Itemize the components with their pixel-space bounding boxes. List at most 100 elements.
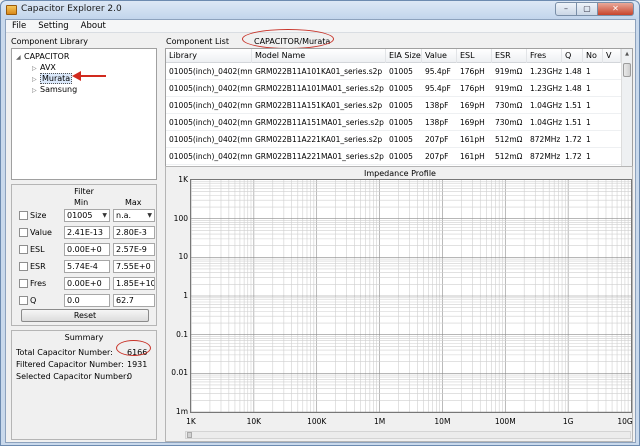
filter-label: Fres	[30, 279, 47, 288]
filter-title: Filter	[74, 187, 94, 196]
y-tick-label: 0.01	[171, 368, 188, 378]
filter-label: Q	[30, 296, 37, 305]
size-max-select[interactable]: n.a. ▼	[113, 209, 155, 222]
table-row[interactable]: 01005(inch)_0402(mm) GRM022B11A151KA01_s…	[166, 97, 621, 114]
cell-value: 95.4pF	[425, 67, 451, 76]
cell-esl: 169pH	[460, 101, 485, 110]
app-icon	[6, 5, 17, 15]
filter-label: ESL	[30, 245, 45, 254]
red-arrow-annotation-icon	[72, 71, 106, 81]
value-checkbox[interactable]	[19, 228, 28, 237]
menu-about[interactable]: About	[75, 20, 112, 32]
select-value: n.a.	[116, 211, 132, 220]
menu-file[interactable]: File	[6, 20, 32, 32]
cell-esr: 730mΩ	[495, 101, 523, 110]
fres-checkbox[interactable]	[19, 279, 28, 288]
table-row[interactable]: 01005(inch)_0402(mm) GRM022B11A221KA01_s…	[166, 131, 621, 148]
app-window: Capacitor Explorer 2.0 – ▢ ✕ File Settin…	[0, 0, 640, 446]
component-table[interactable]: Library Model Name EIA Size Value ESL ES…	[165, 48, 633, 180]
esl-min-input[interactable]: 0.00E+0	[64, 243, 110, 256]
cell-library: 01005(inch)_0402(mm)	[169, 152, 252, 161]
esr-max-input[interactable]: 7.55E+0	[113, 260, 155, 273]
q-checkbox[interactable]	[19, 296, 28, 305]
reset-button[interactable]: Reset	[21, 309, 149, 322]
filter-row-esl: ESL 0.00E+0 2.57E-9	[12, 243, 156, 257]
q-max-input[interactable]: 62.7	[113, 294, 155, 307]
component-library-tree[interactable]: ◢ CAPACITOR ▷ AVX ▷ Murata ▷ Samsung	[11, 48, 157, 180]
esr-checkbox[interactable]	[19, 262, 28, 271]
dropdown-arrow-icon[interactable]: ▼	[147, 210, 152, 221]
column-header[interactable]: EIA Size	[386, 49, 422, 63]
column-header[interactable]: ESL	[457, 49, 492, 63]
fres-max-input[interactable]: 1.85E+10	[113, 277, 155, 290]
chart-horizontal-scrollbar[interactable]	[185, 431, 631, 439]
scroll-thumb[interactable]	[623, 63, 631, 77]
cell-v	[603, 148, 621, 165]
esl-checkbox[interactable]	[19, 245, 28, 254]
cell-q: 1.51	[565, 101, 582, 110]
cell-esr: 512mΩ	[495, 152, 523, 161]
x-tick-label: 100K	[307, 417, 327, 426]
value-min-input[interactable]: 2.41E-13	[64, 226, 110, 239]
table-vertical-scrollbar[interactable]: ▲ ▼	[621, 49, 632, 179]
close-button[interactable]: ✕	[598, 2, 634, 16]
table-row[interactable]: 01005(inch)_0402(mm) GRM022B11A101KA01_s…	[166, 63, 621, 80]
column-header[interactable]: Library	[166, 49, 252, 63]
fres-min-input[interactable]: 0.00E+0	[64, 277, 110, 290]
cell-esl: 176pH	[460, 67, 485, 76]
collapse-triangle-icon[interactable]: ◢	[16, 52, 24, 63]
tree-item-label: Samsung	[40, 85, 78, 94]
column-header[interactable]: ESR	[492, 49, 527, 63]
filter-label: Value	[30, 228, 52, 237]
cell-library: 01005(inch)_0402(mm)	[169, 84, 252, 93]
tree-item-avx[interactable]: ▷ AVX	[32, 62, 56, 73]
x-tick-label: 1G	[562, 417, 574, 426]
column-header[interactable]: No	[583, 49, 603, 63]
size-min-select[interactable]: 01005 ▼	[64, 209, 110, 222]
cell-eia: 01005	[389, 101, 413, 110]
cell-value: 207pF	[425, 135, 449, 144]
client-area: File Setting About Component Library ◢ CA…	[5, 19, 636, 443]
cell-no: 1	[586, 84, 591, 93]
table-row[interactable]: 01005(inch)_0402(mm) GRM022B11A101MA01_s…	[166, 80, 621, 97]
cell-value: 95.4pF	[425, 84, 451, 93]
column-header[interactable]: Q	[562, 49, 583, 63]
tree-item-samsung[interactable]: ▷ Samsung	[32, 84, 77, 95]
impedance-plot[interactable]	[190, 179, 632, 413]
filter-row-value: Value 2.41E-13 2.80E-3	[12, 226, 156, 240]
menu-setting[interactable]: Setting	[32, 20, 74, 32]
minimize-button[interactable]: –	[555, 2, 577, 16]
window-controls: – ▢ ✕	[555, 2, 634, 16]
esl-max-input[interactable]: 2.57E-9	[113, 243, 155, 256]
cell-q: 1.51	[565, 118, 582, 127]
column-header[interactable]: Model Name	[252, 49, 386, 63]
table-row[interactable]: 01005(inch)_0402(mm) GRM022B11A151MA01_s…	[166, 114, 621, 131]
esr-min-input[interactable]: 5.74E-4	[64, 260, 110, 273]
cell-model: GRM022B11A101KA01_series.s2p	[255, 67, 383, 76]
tree-root-capacitor[interactable]: ◢ CAPACITOR	[16, 51, 69, 62]
column-header[interactable]: Value	[422, 49, 457, 63]
window-title: Capacitor Explorer 2.0	[21, 4, 122, 14]
y-tick-label: 100	[173, 213, 188, 223]
q-min-input[interactable]: 0.0	[64, 294, 110, 307]
value-max-input[interactable]: 2.80E-3	[113, 226, 155, 239]
cell-esl: 161pH	[460, 135, 485, 144]
column-header[interactable]: V	[603, 49, 621, 63]
dropdown-arrow-icon[interactable]: ▼	[102, 210, 107, 221]
title-bar[interactable]: Capacitor Explorer 2.0 – ▢ ✕	[1, 1, 639, 19]
y-tick-label: 0.1	[176, 329, 188, 339]
cell-fres: 1.23GHz	[530, 84, 562, 93]
column-header[interactable]: Fres	[527, 49, 562, 63]
scroll-up-arrow-icon[interactable]: ▲	[622, 49, 632, 59]
tree-item-murata[interactable]: ▷ Murata	[32, 73, 73, 84]
maximize-button[interactable]: ▢	[577, 2, 598, 16]
scroll-thumb[interactable]	[187, 432, 192, 438]
size-checkbox[interactable]	[19, 211, 28, 220]
expand-triangle-icon[interactable]: ▷	[32, 85, 40, 96]
x-tick-label: 10G	[617, 417, 633, 426]
cell-q: 1.48	[565, 84, 582, 93]
y-tick-label: 10	[178, 252, 188, 262]
table-row[interactable]: 01005(inch)_0402(mm) GRM022B11A221MA01_s…	[166, 148, 621, 165]
filtered-value: 1931	[127, 360, 148, 369]
cell-fres: 872MHz	[530, 152, 561, 161]
